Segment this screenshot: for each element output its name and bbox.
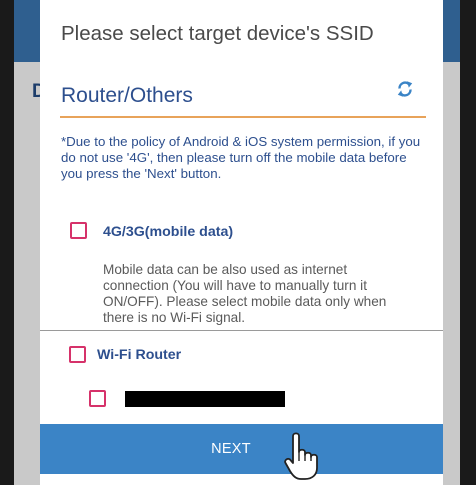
screen-edge-left <box>0 0 14 485</box>
permission-note: *Due to the policy of Android & iOS syst… <box>61 134 421 181</box>
hand-pointer-icon <box>284 432 318 480</box>
group-title-router-others: Router/Others <box>61 84 193 107</box>
network-item-checkbox[interactable] <box>89 390 106 407</box>
mobile-data-checkbox[interactable] <box>70 222 87 239</box>
screen-edge-right <box>460 0 476 485</box>
wifi-router-checkbox[interactable] <box>69 346 86 363</box>
option-divider <box>40 330 443 331</box>
refresh-icon[interactable] <box>395 79 415 99</box>
next-button[interactable]: NEXT <box>40 424 443 480</box>
mobile-data-label[interactable]: 4G/3G(mobile data) <box>103 224 233 240</box>
group-title-underline <box>60 116 426 118</box>
dialog-title: Please select target device's SSID <box>61 22 374 45</box>
mobile-data-description: Mobile data can be also used as internet… <box>103 262 387 325</box>
next-button-label: NEXT <box>211 441 251 457</box>
redacted-network-name <box>125 391 285 407</box>
wifi-router-label[interactable]: Wi-Fi Router <box>97 347 181 363</box>
ssid-select-dialog: Please select target device's SSID Route… <box>40 0 443 485</box>
